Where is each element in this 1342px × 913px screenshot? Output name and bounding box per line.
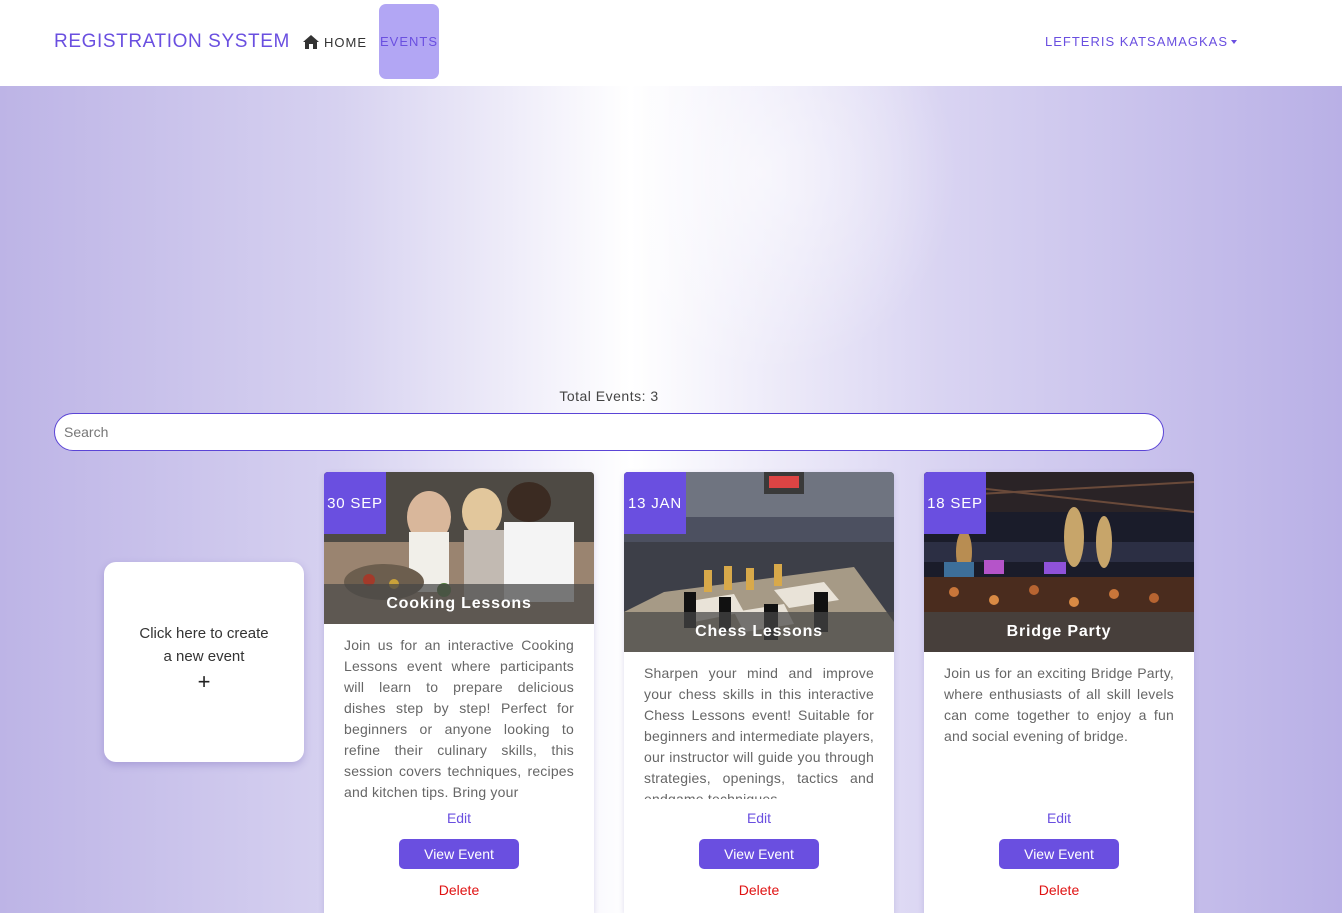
create-event-text: Click here to create a new event [139, 625, 269, 665]
event-date-badge: 18 SEP [924, 472, 986, 534]
event-card-chess-lessons: 13 JAN Chess Lessons Sharpen your mind a… [624, 472, 894, 913]
edit-event-link[interactable]: Edit [924, 810, 1194, 826]
event-description: Sharpen your mind and improve your chess… [644, 665, 874, 799]
event-description: Join us for an interactive Cooking Lesso… [344, 637, 574, 800]
nav-home-link[interactable]: HOME [303, 33, 367, 51]
event-image-chess: 13 JAN Chess Lessons [624, 472, 894, 652]
event-image-bridge: 18 SEP Bridge Party [924, 472, 1194, 652]
view-event-button[interactable]: View Event [699, 839, 819, 869]
event-date-badge: 13 JAN [624, 472, 686, 534]
event-image-cooking: 30 SEP Cooking Lessons [324, 472, 594, 624]
plus-icon: + [197, 669, 211, 694]
event-title: Cooking Lessons [324, 584, 594, 624]
caret-down-icon [1231, 39, 1238, 44]
delete-event-link[interactable]: Delete [624, 882, 894, 898]
edit-event-link[interactable]: Edit [324, 810, 594, 826]
user-name: LEFTERIS KATSAMAGKAS [1045, 34, 1229, 49]
nav-home-label: HOME [324, 34, 367, 50]
view-event-button[interactable]: View Event [399, 839, 519, 869]
event-date-badge: 30 SEP [324, 472, 386, 534]
delete-event-link[interactable]: Delete [324, 882, 594, 898]
event-title: Bridge Party [924, 612, 1194, 652]
view-event-button[interactable]: View Event [999, 839, 1119, 869]
top-navbar: REGISTRATION SYSTEM HOME EVENTS LEFTERIS… [0, 0, 1342, 86]
hero-background [560, 86, 960, 376]
search-input[interactable] [54, 413, 1164, 451]
create-event-card[interactable]: Click here to create a new event + [104, 562, 304, 762]
nav-events-label: EVENTS [379, 34, 438, 49]
user-menu-dropdown[interactable]: LEFTERIS KATSAMAGKAS [1045, 34, 1238, 49]
event-card-bridge-party: 18 SEP Bridge Party Join us for an excit… [924, 472, 1194, 913]
event-card-cooking-lessons: 30 SEP Cooking Lessons Join us for an in… [324, 472, 594, 913]
brand-logo[interactable]: REGISTRATION SYSTEM [54, 31, 290, 53]
delete-event-link[interactable]: Delete [924, 882, 1194, 898]
nav-events-link[interactable]: EVENTS [379, 4, 439, 79]
total-events-count: Total Events: 3 [559, 388, 659, 404]
event-description: Join us for an exciting Bridge Party, wh… [944, 665, 1174, 744]
event-title: Chess Lessons [624, 612, 894, 652]
home-icon [303, 35, 319, 49]
edit-event-link[interactable]: Edit [624, 810, 894, 826]
